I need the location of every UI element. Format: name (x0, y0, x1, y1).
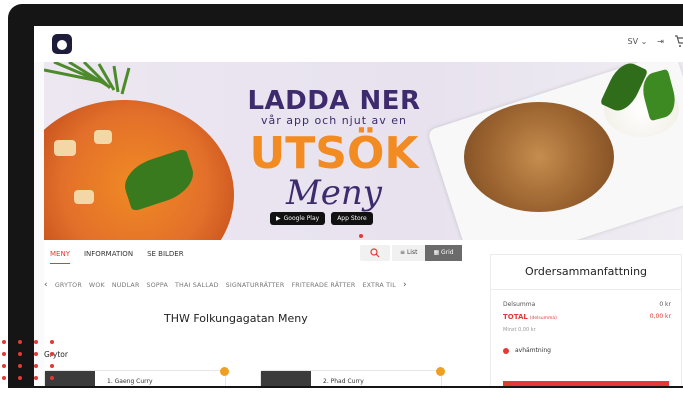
chicken-chunk (74, 190, 94, 204)
category-bar: ‹ GRYTOR WOK NUDLAR SOPPA THAI SALLAD SI… (44, 274, 474, 296)
language-label: SV (627, 36, 639, 46)
top-bar: SV ⌄ ⇥ 0 (34, 26, 683, 62)
category-item[interactable]: SOPPA (147, 282, 168, 289)
spicy-badge (436, 367, 445, 376)
order-summary: Ordersammanfattning Delsumma 0 kr TOTAL … (490, 254, 682, 386)
banner-headline: LADDA NER vår app och njut av en UTSÖK M… (224, 86, 444, 213)
total-label: TOTAL (503, 313, 528, 321)
minimum-order-text: Minst 0,00 kr (503, 327, 536, 333)
menu-item-name: 1. Gaeng Curry (107, 378, 153, 385)
cart-icon[interactable]: 0 (674, 34, 683, 48)
subtotal-label: Delsumma (503, 301, 536, 308)
category-item[interactable]: GRYTOR (55, 282, 82, 289)
promo-banner[interactable]: LADDA NER vår app och njut av en UTSÖK M… (44, 62, 683, 240)
app-store-label: App Store (337, 215, 367, 222)
cart-glyph (675, 35, 683, 47)
app-window: SV ⌄ ⇥ 0 L (34, 26, 683, 386)
spicy-badge (220, 367, 229, 376)
basil-leaf (118, 148, 200, 212)
google-play-button[interactable]: ▶ Google Play (270, 212, 326, 225)
total-row: TOTAL (delsumma) 0,00 kr (503, 313, 671, 321)
category-item[interactable]: FRITERADE RÄTTER (291, 282, 355, 289)
list-label: List (406, 249, 418, 256)
restaurant-logo[interactable] (52, 34, 72, 54)
grid-view-button[interactable]: ▦ Grid (425, 245, 462, 261)
app-store-button[interactable]: App Store (331, 212, 373, 225)
menu-item-card[interactable]: 2. Phad Curry (260, 367, 445, 386)
main-content: MENY INFORMATION SE BILDER ≡ List ▦ Grid… (44, 240, 683, 386)
search-button[interactable] (360, 245, 390, 261)
tab-se-bilder[interactable]: SE BILDER (147, 250, 184, 264)
palm-leaf-image (44, 62, 131, 95)
banner-line-3: UTSÖK (249, 128, 419, 179)
menu-tabs: MENY INFORMATION SE BILDER (50, 250, 184, 264)
view-toggle: ≡ List ▦ Grid (392, 245, 462, 261)
category-item[interactable]: THAI SALLAD (175, 282, 219, 289)
logo-face (57, 40, 67, 50)
banner-line-1: LADDA NER (247, 86, 421, 116)
menu-item-name: 2. Phad Curry (323, 378, 364, 385)
category-item[interactable]: WOK (89, 282, 105, 289)
curry-plate-image (44, 100, 234, 240)
pickup-option[interactable]: avhämtning (503, 347, 551, 354)
checkout-button[interactable] (503, 381, 669, 386)
chicken-chunk (94, 130, 112, 144)
total-value: 0,00 kr (649, 313, 671, 320)
device-frame: SV ⌄ ⇥ 0 L (8, 4, 683, 388)
menu-item-thumbnail (261, 371, 311, 386)
google-play-label: Google Play (283, 215, 320, 222)
subtotal-value: 0 kr (659, 301, 671, 308)
order-summary-title: Ordersammanfattning (491, 255, 681, 290)
top-right-controls: SV ⌄ ⇥ 0 (627, 34, 683, 48)
decorative-dots (0, 340, 60, 396)
category-next-arrow[interactable]: › (403, 280, 407, 290)
menu-item-card[interactable]: 1. Gaeng Curry (44, 367, 229, 386)
radio-selected-icon (503, 347, 509, 354)
login-icon[interactable]: ⇥ (657, 37, 664, 46)
category-item[interactable]: NUDLAR (112, 282, 140, 289)
chicken-chunk (54, 140, 76, 156)
app-store-buttons: ▶ Google Play App Store (270, 212, 373, 225)
grid-label: Grid (441, 249, 454, 256)
total-suffix: (delsumma) (529, 316, 557, 321)
tab-meny[interactable]: MENY (50, 250, 70, 264)
language-selector[interactable]: SV ⌄ (627, 37, 647, 46)
noodles-image (464, 102, 614, 212)
category-prev-arrow[interactable]: ‹ (44, 280, 48, 290)
carousel-indicator[interactable] (359, 234, 363, 238)
search-icon (370, 248, 380, 258)
category-item[interactable]: SIGNATURRÄTTER (226, 282, 285, 289)
pickup-label: avhämtning (515, 347, 551, 354)
list-view-button[interactable]: ≡ List (392, 245, 426, 261)
banner-line-4: Meny (285, 173, 383, 213)
category-item[interactable]: EXTRA TIL (362, 282, 395, 289)
tab-information[interactable]: INFORMATION (84, 250, 133, 264)
menu-title: THW Folkungagatan Meny (164, 312, 308, 325)
subtotal-row: Delsumma 0 kr (503, 301, 671, 308)
